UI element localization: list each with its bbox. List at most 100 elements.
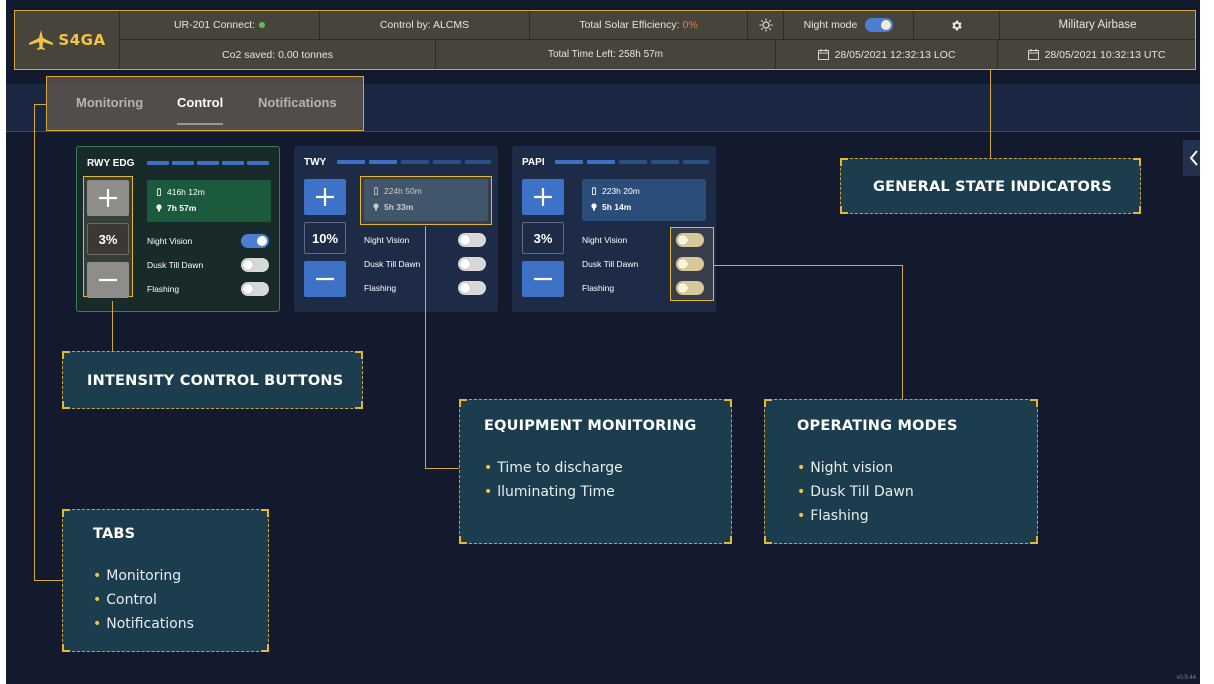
discharge-time-value: 223h 20m xyxy=(602,186,640,196)
connector-line xyxy=(902,265,903,399)
solar-efficiency-value: 0% xyxy=(682,19,698,31)
level-segment xyxy=(619,160,647,164)
dusk-till-dawn-toggle[interactable] xyxy=(458,257,486,271)
callout-tabs: TABS Monitoring Control Notifications xyxy=(62,509,269,652)
mode-label-flashing: Flashing xyxy=(147,284,180,294)
list-item: lluminating Time xyxy=(484,480,623,504)
lighting-card-papi: PAPI 3% 223h 20m 5h 14m Night Vision Dus… xyxy=(512,146,716,312)
night-vision-toggle[interactable] xyxy=(676,233,704,247)
decrease-intensity-button[interactable] xyxy=(522,261,564,297)
illuminating-time: 5h 14m xyxy=(590,202,631,212)
increase-intensity-button[interactable] xyxy=(304,179,346,215)
level-segment xyxy=(172,161,194,165)
flashing-toggle[interactable] xyxy=(241,282,269,296)
connection-status: UR-201 Connect: xyxy=(119,11,319,40)
level-segment xyxy=(247,161,269,165)
local-datetime-label: 28/05/2021 12:32:13 LOC xyxy=(834,48,956,61)
night-mode-toggle[interactable] xyxy=(865,18,894,32)
night-vision-toggle[interactable] xyxy=(241,234,269,248)
active-tab-indicator xyxy=(177,123,223,125)
list-item: Night vision xyxy=(797,456,914,480)
discharge-time: 223h 20m xyxy=(590,186,640,196)
version-label: v0.9.44 xyxy=(1176,675,1196,681)
location-label: Military Airbase xyxy=(1058,19,1137,31)
level-segment xyxy=(222,161,244,165)
connector-line xyxy=(714,265,902,266)
card-title: TWY xyxy=(304,157,327,168)
gear-icon xyxy=(952,20,962,30)
settings-button[interactable] xyxy=(913,11,999,40)
control-by-label: Control by: ALCMS xyxy=(379,19,470,31)
solar-efficiency-label: Total Solar Efficiency: xyxy=(579,19,680,31)
calendar-icon xyxy=(1027,49,1039,60)
plus-icon xyxy=(534,188,552,206)
intensity-value: 3% xyxy=(87,223,129,255)
location: Military Airbase xyxy=(999,11,1195,40)
mode-label-dusk-till-dawn: Dusk Till Dawn xyxy=(364,259,421,269)
co2-saved: Co2 saved: 0.00 tonnes xyxy=(119,40,435,69)
minus-icon xyxy=(99,278,117,282)
level-segment xyxy=(555,160,583,164)
decrease-intensity-button[interactable] xyxy=(87,262,129,298)
level-segment xyxy=(651,160,679,164)
connector-line xyxy=(34,580,62,581)
minus-icon xyxy=(316,277,334,281)
solar-efficiency: Total Solar Efficiency: 0% xyxy=(529,11,747,40)
time-left-label: Total Time Left: 258h 57m xyxy=(547,49,664,60)
level-segment xyxy=(433,160,461,164)
side-panel-toggle[interactable] xyxy=(1183,140,1200,176)
illuminating-time-value: 5h 14m xyxy=(602,202,632,212)
battery-icon xyxy=(157,188,161,196)
night-vision-toggle[interactable] xyxy=(458,233,486,247)
callout-intensity-control-buttons: INTENSITY CONTROL BUTTONS xyxy=(62,351,363,409)
card-title: RWY EDG xyxy=(87,158,135,169)
level-segment xyxy=(587,160,615,164)
night-mode-label: Night mode xyxy=(803,19,858,31)
control-by: Control by: ALCMS xyxy=(319,11,529,40)
brightness-icon xyxy=(759,18,772,32)
list-item: Monitoring xyxy=(93,564,194,588)
brand-logo[interactable]: S4GA xyxy=(15,11,119,69)
level-segment xyxy=(683,160,709,164)
list-item: Control xyxy=(93,588,194,612)
flashing-toggle[interactable] xyxy=(458,281,486,295)
chevron-left-icon xyxy=(1189,150,1198,166)
intensity-value: 10% xyxy=(304,222,346,254)
tab-control[interactable]: Control xyxy=(177,95,223,110)
level-segment xyxy=(401,160,429,164)
brightness-button[interactable] xyxy=(747,11,783,40)
connector-line xyxy=(425,226,426,468)
list-item: Flashing xyxy=(797,504,914,528)
illuminating-time: 7h 57m xyxy=(155,203,196,213)
connector-line xyxy=(34,104,46,105)
callout-title: EQUIPMENT MONITORING xyxy=(484,418,697,434)
decrease-intensity-button[interactable] xyxy=(304,261,346,297)
level-segment xyxy=(147,161,169,165)
callout-list: Night vision Dusk Till Dawn Flashing xyxy=(797,456,914,528)
dusk-till-dawn-toggle[interactable] xyxy=(241,258,269,272)
callout-list: Time to discharge lluminating Time xyxy=(484,456,623,504)
utc-datetime-label: 28/05/2021 10:32:13 UTC xyxy=(1044,48,1166,61)
list-item: Time to discharge xyxy=(484,456,622,480)
equipment-monitor: 223h 20m 5h 14m xyxy=(582,179,706,221)
dusk-till-dawn-toggle[interactable] xyxy=(676,257,704,271)
mode-label-flashing: Flashing xyxy=(582,283,615,293)
increase-intensity-button[interactable] xyxy=(522,179,564,215)
list-item: Dusk Till Dawn xyxy=(797,480,913,504)
utc-datetime: 28/05/2021 10:32:13 UTC xyxy=(997,40,1195,69)
equipment-monitor: 416h 12m 7h 57m xyxy=(147,180,271,222)
callout-title: TABS xyxy=(93,526,136,542)
plane-icon xyxy=(29,30,54,50)
mode-label-night-vision: Night Vision xyxy=(582,235,628,245)
level-segment xyxy=(197,161,219,165)
tab-monitoring[interactable]: Monitoring xyxy=(76,95,143,110)
increase-intensity-button[interactable] xyxy=(87,180,129,216)
callout-title: INTENSITY CONTROL BUTTONS xyxy=(87,373,344,389)
flashing-toggle[interactable] xyxy=(676,281,704,295)
callout-operating-modes: OPERATING MODES Night vision Dusk Till D… xyxy=(764,399,1038,544)
tab-notifications[interactable]: Notifications xyxy=(258,95,337,110)
bulb-icon xyxy=(156,204,162,212)
connector-line xyxy=(112,301,113,351)
battery-icon xyxy=(592,187,596,195)
highlight-equipment-monitor xyxy=(360,176,492,225)
